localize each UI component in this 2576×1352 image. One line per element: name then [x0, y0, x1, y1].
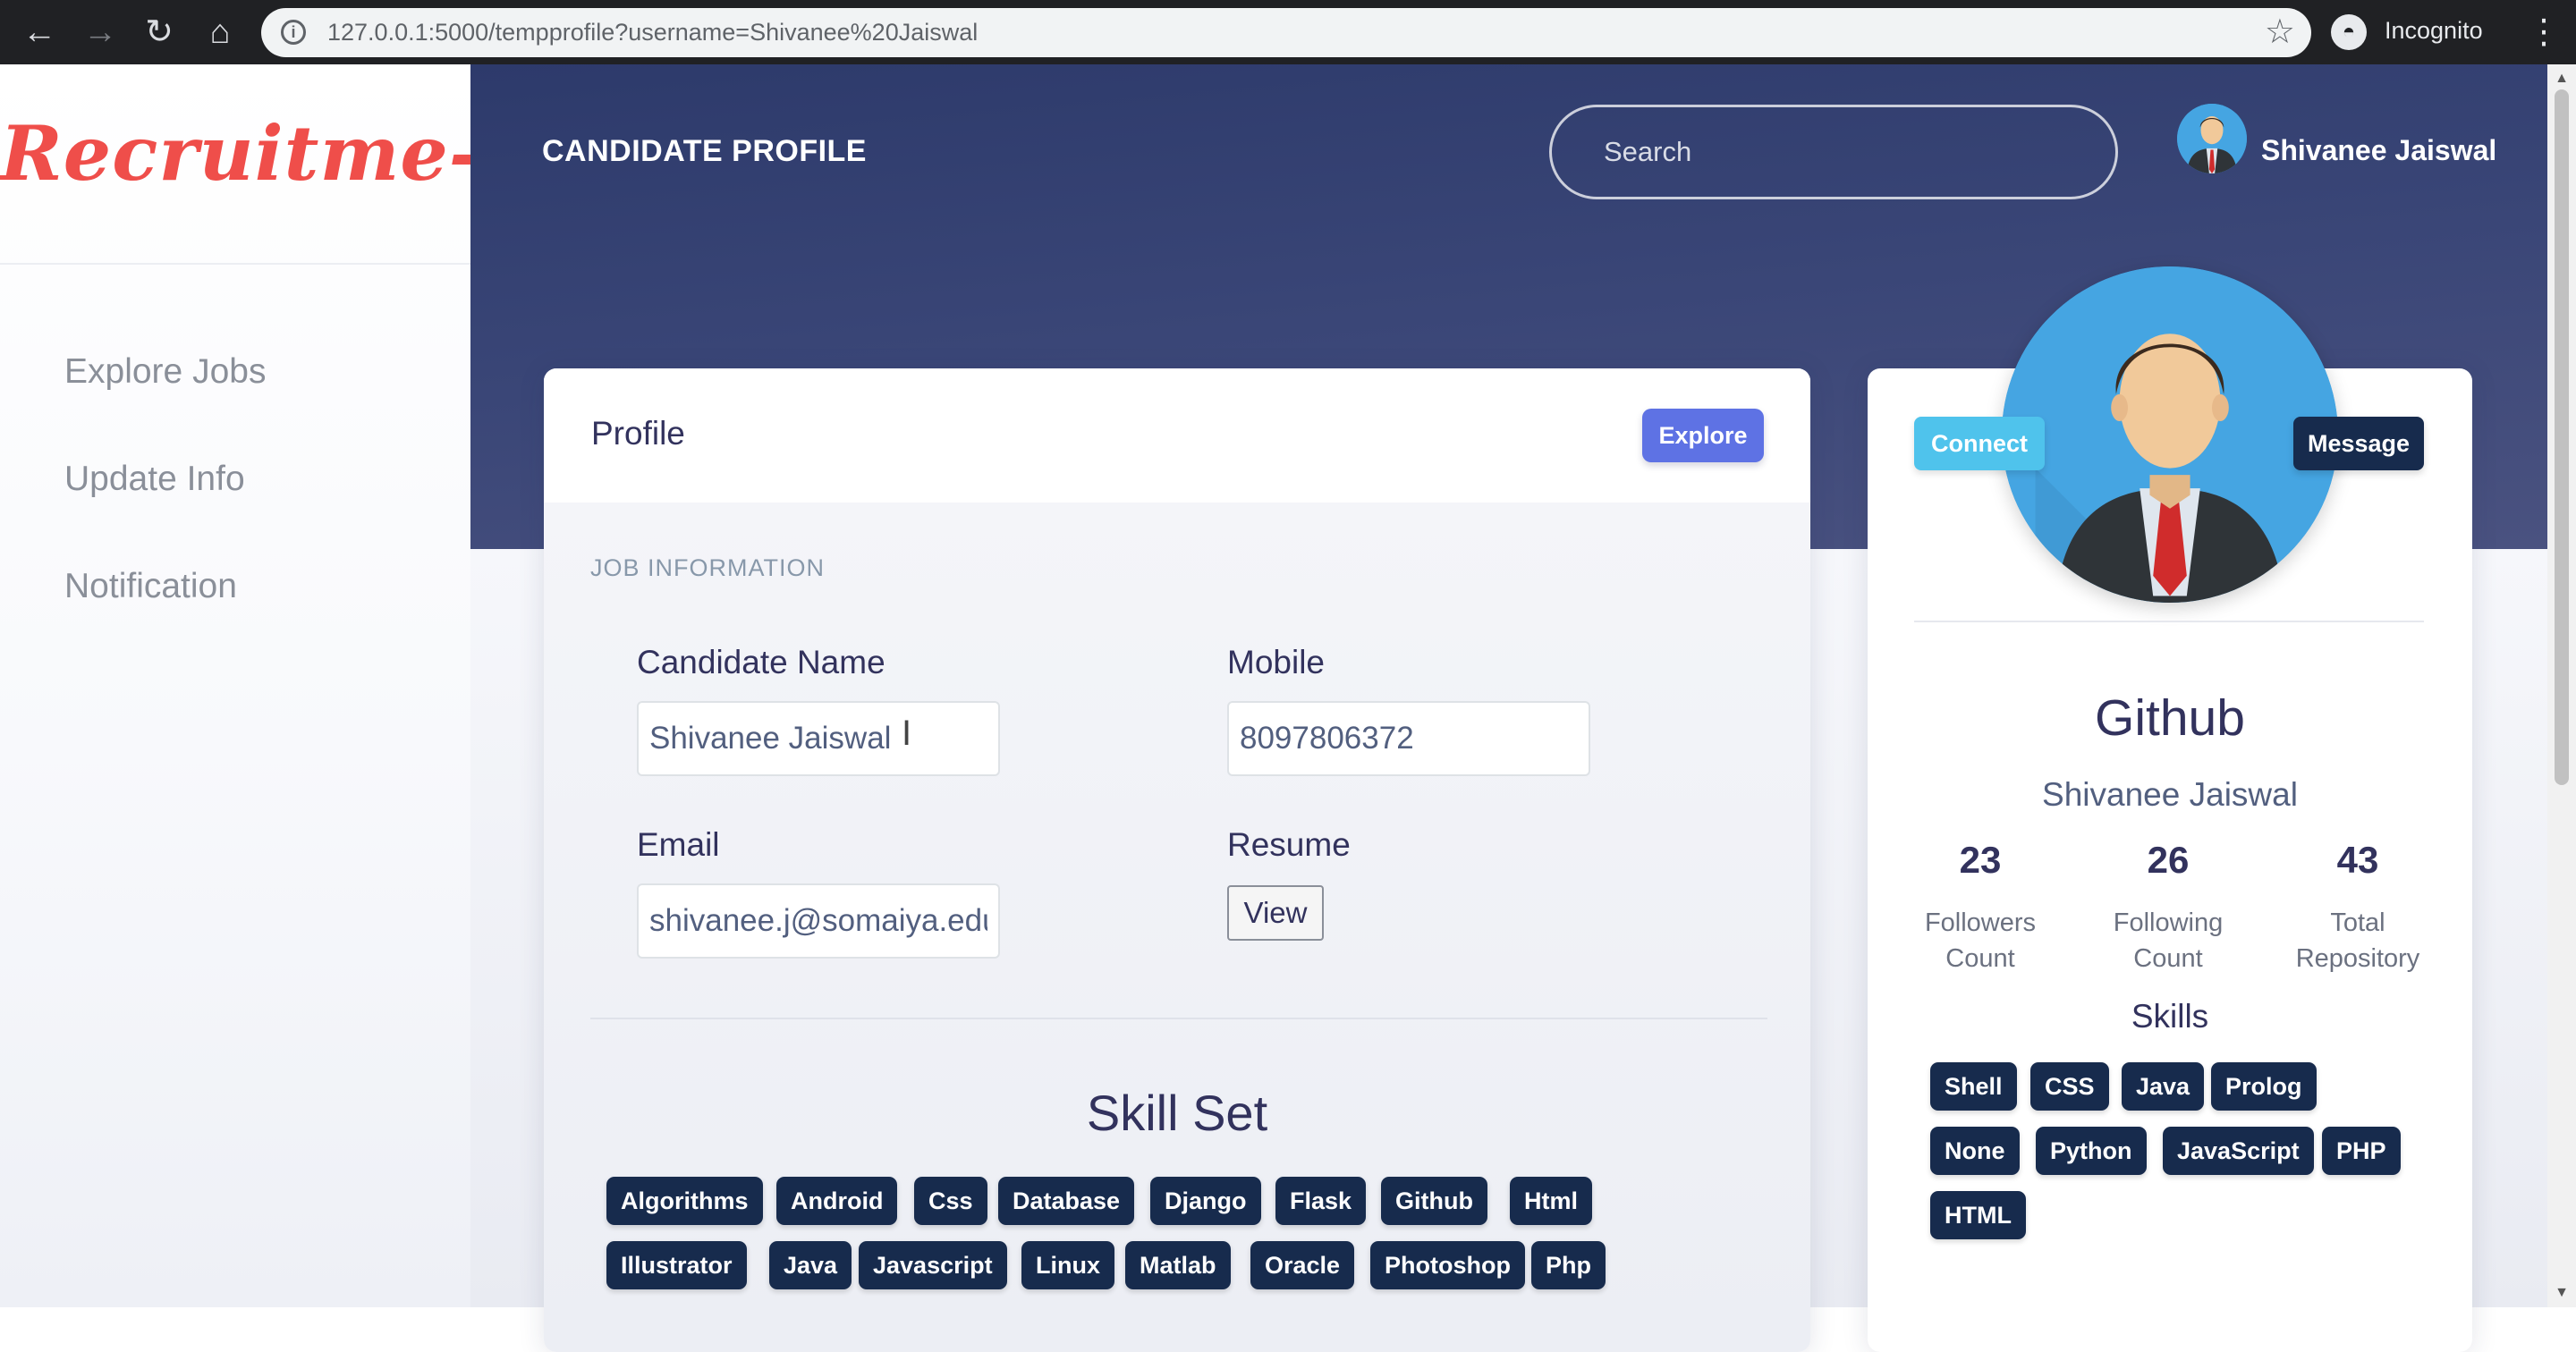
skill-chip: Github — [1381, 1177, 1487, 1225]
github-skill-chip: Java — [2122, 1062, 2205, 1111]
github-skill-chip: PHP — [2322, 1127, 2401, 1175]
github-skills-label: Skills — [2131, 998, 2209, 1035]
profile-heading: Profile — [591, 415, 685, 452]
skill-set-title: Skill Set — [1086, 1085, 1268, 1141]
resume-view-button[interactable]: View — [1227, 885, 1324, 941]
candidate-name-label: Candidate Name — [637, 644, 886, 680]
page-title: CANDIDATE PROFILE — [542, 134, 867, 168]
back-arrow-icon[interactable]: ← — [18, 11, 61, 54]
followers-count-label: Count — [1945, 944, 2015, 973]
total-repository-label: Repository — [2295, 944, 2420, 973]
candidate-name-field[interactable] — [637, 701, 1000, 776]
info-icon[interactable]: i — [281, 20, 306, 45]
scroll-up-icon[interactable]: ▲ — [2547, 68, 2576, 89]
following-count-label: Count — [2133, 944, 2203, 973]
skill-chip: Photoshop — [1370, 1241, 1525, 1289]
github-skill-chip: CSS — [2030, 1062, 2109, 1111]
url-text[interactable]: 127.0.0.1:5000/tempprofile?username=Shiv… — [327, 8, 978, 57]
skill-chip: Javascript — [859, 1241, 1007, 1289]
skill-chip: Css — [914, 1177, 987, 1225]
github-skill-chip: Python — [2036, 1127, 2147, 1175]
search-input[interactable] — [1549, 105, 2118, 199]
email-label: Email — [637, 826, 720, 863]
address-bar[interactable]: i 127.0.0.1:5000/tempprofile?username=Sh… — [261, 8, 2311, 57]
page-scrollbar[interactable]: ▲ ▼ — [2547, 64, 2576, 1307]
sidebar-item-notification[interactable]: Notification — [64, 567, 237, 606]
github-skill-chip: JavaScript — [2163, 1127, 2314, 1175]
incognito-label: Incognito — [2385, 17, 2483, 44]
sidebar-divider — [0, 263, 470, 265]
skill-chip: Flask — [1275, 1177, 1367, 1225]
forward-arrow-icon[interactable]: → — [79, 11, 122, 54]
following-count-label: Following — [2113, 908, 2224, 937]
resume-label: Resume — [1227, 826, 1351, 863]
profile-card: Profile Explore JOB INFORMATION Candidat… — [544, 368, 1810, 1352]
sidebar-item-update-info[interactable]: Update Info — [64, 460, 245, 499]
section-divider — [590, 1018, 1767, 1019]
sidebar: Recruitme- Explore Jobs Update Info Noti… — [0, 64, 480, 1307]
incognito-icon: ◓ — [2331, 14, 2367, 50]
profile-card-header — [544, 368, 1810, 503]
sidebar-item-explore-jobs[interactable]: Explore Jobs — [64, 352, 266, 392]
mobile-field[interactable] — [1227, 701, 1590, 776]
github-skill-chip: None — [1930, 1127, 2020, 1175]
github-title: Github — [2095, 689, 2245, 747]
skill-chip: Php — [1531, 1241, 1606, 1289]
home-icon[interactable]: ⌂ — [199, 11, 242, 54]
skill-chip: Matlab — [1125, 1241, 1231, 1289]
github-skill-chip: HTML — [1930, 1191, 2026, 1239]
reload-icon[interactable]: ↻ — [138, 11, 181, 54]
github-divider — [1914, 621, 2424, 622]
connect-button[interactable]: Connect — [1914, 417, 2045, 470]
scrollbar-thumb[interactable] — [2555, 89, 2569, 785]
browser-menu-icon[interactable]: ⋮ — [2526, 13, 2562, 52]
skill-chip: Django — [1150, 1177, 1261, 1225]
scroll-down-icon[interactable]: ▼ — [2547, 1282, 2576, 1304]
skill-chip: Html — [1510, 1177, 1592, 1225]
followers-count-value: 23 — [1959, 839, 2002, 881]
github-skill-chip: Shell — [1930, 1062, 2017, 1111]
email-field[interactable] — [637, 883, 1000, 959]
skill-chip: Java — [769, 1241, 852, 1289]
github-user-name: Shivanee Jaiswal — [2042, 776, 2298, 813]
header-user-name[interactable]: Shivanee Jaiswal — [2261, 134, 2496, 167]
followers-count-label: Followers — [1924, 908, 2037, 937]
following-count-value: 26 — [2147, 839, 2190, 881]
person-icon — [2177, 104, 2247, 173]
app-logo[interactable]: Recruitme- — [0, 109, 480, 198]
skill-chip: Oracle — [1250, 1241, 1355, 1289]
user-avatar[interactable] — [2177, 104, 2247, 173]
person-icon — [2002, 266, 2338, 603]
message-button[interactable]: Message — [2293, 417, 2424, 470]
browser-toolbar: ← → ↻ ⌂ i 127.0.0.1:5000/tempprofile?use… — [0, 0, 2576, 64]
total-repository-label: Total — [2330, 908, 2385, 937]
skill-chip: Android — [776, 1177, 898, 1225]
section-label-job-information: JOB INFORMATION — [590, 554, 825, 581]
skill-chip: Linux — [1021, 1241, 1114, 1289]
text-cursor-icon: I — [902, 714, 912, 753]
explore-button[interactable]: Explore — [1642, 409, 1764, 462]
skill-chip: Algorithms — [606, 1177, 763, 1225]
github-skill-chip: Prolog — [2211, 1062, 2317, 1111]
mobile-label: Mobile — [1227, 644, 1325, 680]
skill-chip: Illustrator — [606, 1241, 747, 1289]
profile-avatar — [2002, 266, 2338, 603]
total-repository-value: 43 — [2336, 839, 2379, 881]
bookmark-star-icon[interactable]: ☆ — [2265, 13, 2295, 51]
skill-chip: Database — [998, 1177, 1135, 1225]
